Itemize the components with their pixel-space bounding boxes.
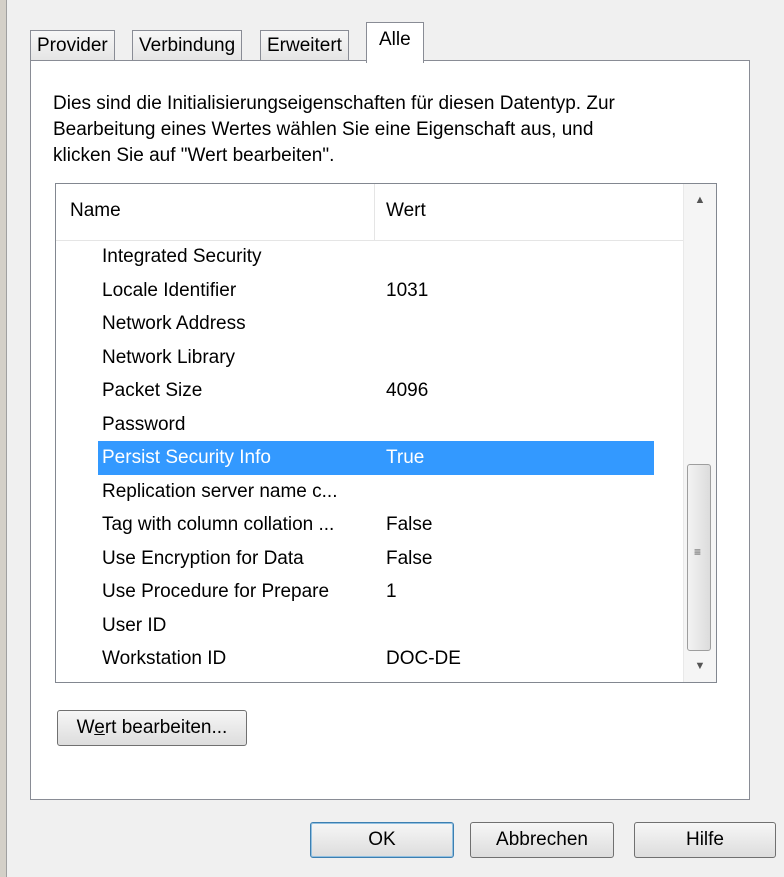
property-name: Packet Size xyxy=(102,380,203,401)
property-name: Tag with column collation ... xyxy=(102,514,335,535)
list-item[interactable]: Use Encryption for Data False xyxy=(56,542,686,576)
cancel-button[interactable]: Abbrechen xyxy=(470,822,614,858)
window-left-edge xyxy=(0,0,7,877)
property-name: Network Address xyxy=(102,313,246,334)
vertical-scrollbar[interactable]: ▲ ≡ ▼ xyxy=(683,184,716,682)
tab-panel-alle: Dies sind die Initialisierungseigenschaf… xyxy=(30,60,750,800)
properties-list[interactable]: Name Wert Integrated Security Locale Iden… xyxy=(55,183,717,683)
list-item[interactable]: Workstation ID DOC-DE xyxy=(56,642,686,676)
list-item[interactable]: Locale Identifier 1031 xyxy=(56,274,686,308)
list-item[interactable]: Network Address xyxy=(56,307,686,341)
property-name: Password xyxy=(102,413,186,435)
property-value: True xyxy=(386,447,425,468)
property-name: Use Procedure for Prepare xyxy=(102,581,330,602)
tab-erweitert[interactable]: Erweitert xyxy=(260,30,349,60)
edit-value-label-prefix: W xyxy=(76,717,95,738)
property-name: Replication server name c... xyxy=(102,480,338,502)
list-rows: Integrated Security Locale Identifier 1031… xyxy=(56,240,686,676)
property-name: Locale Identifier xyxy=(102,279,237,301)
tab-alle[interactable]: Alle xyxy=(366,22,424,63)
property-value: 4096 xyxy=(386,380,429,401)
column-header-name[interactable]: Name xyxy=(70,200,121,222)
property-value: 1 xyxy=(386,581,397,602)
help-button[interactable]: Hilfe xyxy=(634,822,776,858)
edit-value-button[interactable]: Wert bearbeiten... xyxy=(57,710,247,746)
grip-icon: ≡ xyxy=(694,545,702,559)
list-item[interactable]: Integrated Security xyxy=(56,240,686,274)
list-item[interactable]: Replication server name c... xyxy=(56,475,686,509)
list-item[interactable]: User ID xyxy=(56,609,686,643)
property-value: False xyxy=(386,514,433,535)
property-name: Use Encryption for Data xyxy=(102,547,304,569)
list-item[interactable]: Use Procedure for Prepare 1 xyxy=(56,575,686,609)
scroll-down-icon[interactable]: ▼ xyxy=(684,650,716,682)
list-item[interactable]: Packet Size 4096 xyxy=(56,374,686,408)
list-item[interactable]: Tag with column collation ... False xyxy=(56,508,686,542)
scroll-up-icon[interactable]: ▲ xyxy=(684,184,716,216)
scrollbar-thumb[interactable]: ≡ xyxy=(687,464,711,651)
property-value: False xyxy=(386,547,433,569)
column-divider[interactable] xyxy=(374,184,375,240)
property-name: Network Library xyxy=(102,346,236,368)
property-name: Persist Security Info xyxy=(102,447,271,468)
tab-provider[interactable]: Provider xyxy=(30,30,115,60)
list-header: Name Wert xyxy=(56,184,686,241)
property-name: User ID xyxy=(102,614,167,636)
ok-button[interactable]: OK xyxy=(310,822,454,858)
tab-strip: Provider Verbindung Erweitert Alle xyxy=(30,22,750,63)
edit-value-label-suffix: rt bearbeiten... xyxy=(104,717,228,738)
property-value: 1031 xyxy=(386,279,429,301)
edit-value-accelerator: e xyxy=(94,717,105,738)
column-header-value[interactable]: Wert xyxy=(386,200,426,222)
description-text: Dies sind die Initialisierungseigenschaf… xyxy=(53,93,615,166)
property-name: Workstation ID xyxy=(102,648,227,669)
list-item[interactable]: Persist Security Info True xyxy=(56,441,686,475)
tab-verbindung[interactable]: Verbindung xyxy=(132,30,243,60)
data-link-properties-dialog: Provider Verbindung Erweitert Alle Dies … xyxy=(0,0,784,877)
property-value: DOC-DE xyxy=(386,648,461,669)
list-item[interactable]: Network Library xyxy=(56,341,686,375)
list-item[interactable]: Password xyxy=(56,408,686,442)
property-name: Integrated Security xyxy=(102,246,262,267)
